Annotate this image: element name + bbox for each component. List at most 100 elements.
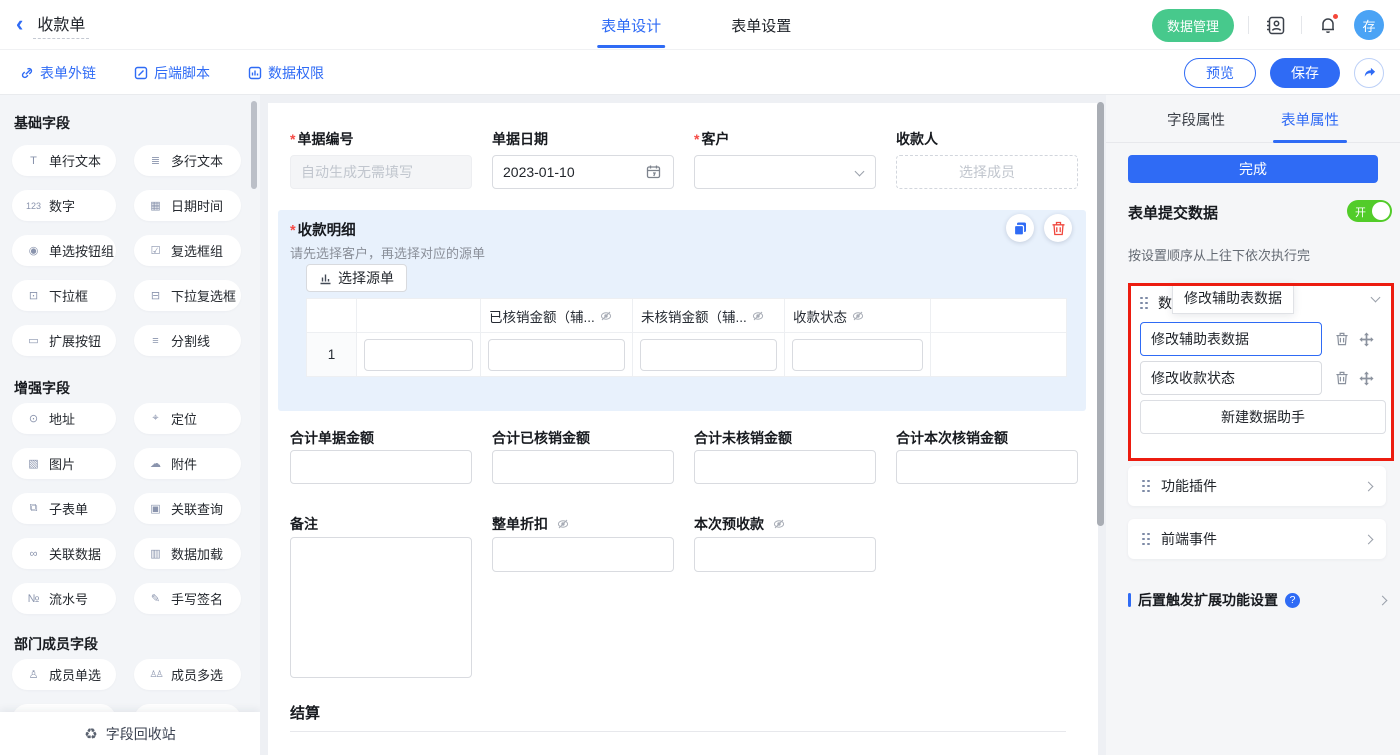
form-canvas: 单据编号 单据日期 客户 收款人 选择成员 收款明细 请先选择客户，再选择对应的… (268, 103, 1098, 755)
field-item-image[interactable]: ▧图片 (12, 448, 116, 479)
field-item-number[interactable]: 123数字 (12, 190, 116, 221)
data-manage-button[interactable]: 数据管理 (1152, 9, 1234, 42)
post-trigger-settings[interactable]: 后置触发扩展功能设置 ? (1128, 590, 1386, 610)
field-item-positioning[interactable]: ⌖定位 (134, 403, 241, 434)
detail-section-title: 收款明细 (290, 219, 356, 240)
select-source-button[interactable]: 选择源单 (306, 264, 407, 292)
settlement-divider (290, 731, 1066, 732)
drag-handle-icon[interactable] (1140, 297, 1149, 310)
field-item-multi-line-text[interactable]: ≣多行文本 (134, 145, 241, 176)
form-external-link-label: 表单外链 (40, 63, 96, 83)
eye-off-icon[interactable] (852, 310, 864, 322)
total-unwritten-off-label: 合计未核销金额 (694, 428, 792, 448)
field-label: 流水号 (49, 589, 88, 608)
tab-field-properties[interactable]: 字段属性 (1167, 95, 1225, 143)
table-cell (931, 333, 1067, 377)
avatar[interactable]: 存 (1354, 10, 1384, 40)
new-data-assistant-button[interactable]: 新建数据助手 (1140, 400, 1386, 434)
field-item-divider[interactable]: ≡分割线 (134, 325, 241, 356)
chevron-right-icon (1364, 481, 1374, 491)
scrollbar-thumb[interactable] (1097, 102, 1104, 526)
notification-bell-icon[interactable] (1316, 13, 1340, 37)
field-item-radio-group[interactable]: ◉单选按钮组 (12, 235, 116, 266)
remark-textarea[interactable] (290, 537, 472, 678)
total-unwritten-off-input[interactable] (694, 450, 876, 484)
assistant-item-modify-payment-status[interactable]: 修改收款状态 (1140, 361, 1322, 395)
canvas-scrollbar[interactable] (1097, 95, 1104, 755)
advance-payment-input[interactable] (694, 537, 876, 572)
cell-input[interactable] (488, 339, 625, 371)
contact-book-icon[interactable] (1263, 13, 1287, 37)
field-label: 关联查询 (171, 499, 223, 518)
header-tabs: 表单设计 表单设置 (601, 0, 791, 50)
field-item-address[interactable]: ⊙地址 (12, 403, 116, 434)
image-icon: ▧ (25, 457, 42, 470)
eye-off-icon[interactable] (600, 310, 612, 322)
drag-handle-icon[interactable] (1142, 533, 1151, 546)
chart-icon: ▥ (147, 547, 164, 560)
field-item-member-multi[interactable]: ♙♙成员多选 (134, 659, 241, 690)
bill-number-input[interactable] (290, 155, 472, 189)
cell-input[interactable] (792, 339, 923, 371)
field-item-checkbox-group[interactable]: ☑复选框组 (134, 235, 241, 266)
field-item-relation-query[interactable]: ▣关联查询 (134, 493, 241, 524)
save-button[interactable]: 保存 (1270, 58, 1340, 88)
field-item-datetime[interactable]: ▦日期时间 (134, 190, 241, 221)
help-icon[interactable]: ? (1285, 593, 1300, 608)
preview-button[interactable]: 预览 (1184, 58, 1256, 88)
field-item-member-single[interactable]: ♙成员单选 (12, 659, 116, 690)
field-item-serial-number[interactable]: №流水号 (12, 583, 116, 614)
copy-section-button[interactable] (1006, 214, 1034, 242)
total-bill-amount-input[interactable] (290, 450, 472, 484)
pen-icon: ✎ (147, 592, 164, 605)
field-item-extend-button[interactable]: ▭扩展按钮 (12, 325, 116, 356)
recycle-bin-label: 字段回收站 (106, 724, 176, 744)
move-item-button[interactable] (1358, 370, 1374, 386)
drag-handle-icon[interactable] (1142, 480, 1151, 493)
discount-input[interactable] (492, 537, 674, 572)
form-external-link[interactable]: 表单外链 (20, 63, 96, 83)
backend-script-label: 后端脚本 (154, 63, 210, 83)
cell-input[interactable] (364, 339, 473, 371)
share-button[interactable] (1354, 58, 1384, 88)
card-frontend-events[interactable]: 前端事件 (1128, 519, 1386, 559)
field-item-subform[interactable]: ⧉子表单 (12, 493, 116, 524)
field-label-bill-number: 单据编号 (290, 129, 353, 149)
card-function-plugins[interactable]: 功能插件 (1128, 466, 1386, 506)
done-button[interactable]: 完成 (1128, 155, 1378, 183)
sidebar-scrollbar[interactable] (251, 101, 257, 189)
customer-select[interactable] (694, 155, 876, 189)
move-item-button[interactable] (1358, 331, 1374, 347)
tab-form-settings[interactable]: 表单设置 (731, 0, 791, 50)
total-current-writeoff-input[interactable] (896, 450, 1078, 484)
field-recycle-bin[interactable]: ♻ 字段回收站 (0, 712, 260, 755)
field-label: 扩展按钮 (49, 331, 101, 350)
form-title[interactable]: 收款单 (33, 11, 89, 39)
eye-off-icon[interactable] (773, 518, 785, 530)
eye-off-icon[interactable] (752, 310, 764, 322)
field-item-single-line-text[interactable]: T单行文本 (12, 145, 116, 176)
payee-member-picker[interactable]: 选择成员 (896, 155, 1078, 189)
field-item-attachment[interactable]: ☁附件 (134, 448, 241, 479)
field-item-data-loading[interactable]: ▥数据加载 (134, 538, 241, 569)
cell-input[interactable] (640, 339, 777, 371)
backend-script-link[interactable]: 后端脚本 (134, 63, 210, 83)
payment-detail-section[interactable]: 收款明细 请先选择客户，再选择对应的源单 选择源单 已核销金额（辅... (278, 210, 1086, 411)
data-permission-label: 数据权限 (268, 63, 324, 83)
delete-item-button[interactable] (1334, 370, 1350, 386)
field-label: 成员多选 (171, 665, 223, 684)
tab-form-design[interactable]: 表单设计 (601, 0, 661, 50)
data-permission-link[interactable]: 数据权限 (248, 63, 324, 83)
field-item-relation-data[interactable]: ∞关联数据 (12, 538, 116, 569)
delete-section-button[interactable] (1044, 214, 1072, 242)
field-item-signature[interactable]: ✎手写签名 (134, 583, 241, 614)
eye-off-icon[interactable] (557, 518, 569, 530)
assistant-item-modify-aux-table[interactable]: 修改辅助表数据 (1140, 322, 1322, 356)
field-item-dropdown[interactable]: ⊡下拉框 (12, 280, 116, 311)
back-icon[interactable]: ‹ (16, 13, 23, 35)
field-item-multi-dropdown[interactable]: ⊟下拉复选框 (134, 280, 241, 311)
total-written-off-input[interactable] (492, 450, 674, 484)
delete-item-button[interactable] (1334, 331, 1350, 347)
tab-form-properties[interactable]: 表单属性 (1281, 95, 1339, 143)
form-submit-toggle[interactable]: 开 (1347, 200, 1392, 222)
